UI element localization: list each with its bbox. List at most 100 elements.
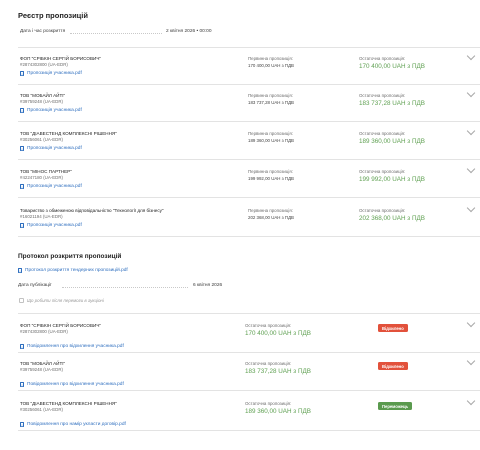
divider xyxy=(18,430,480,431)
participant-code: #30256061 (UA-EDR) xyxy=(20,137,63,142)
after-win-text: Що робити після перемоги в аукціоні xyxy=(27,298,104,303)
divider xyxy=(18,236,480,237)
participant-name: ФОП "СРІБКІН СЕРГІЙ БОРИСОВИЧ" xyxy=(20,323,102,328)
initial-offer-label: Первинна пропозиція: xyxy=(248,56,293,61)
protocol-pdf-link-text: Протокол розкриття тендерних пропозицій.… xyxy=(25,268,128,273)
participant-code: #2874302800 (UA-EDR) xyxy=(20,329,68,334)
status-badge: Відхилено xyxy=(378,324,408,332)
chevron-down-icon[interactable] xyxy=(466,356,476,366)
final-offer-label: Остаточна пропозиція: xyxy=(245,401,292,406)
offer-pdf-link-text: Пропозиція учасника.pdf xyxy=(27,146,82,151)
final-offer-label: Остаточна пропозиція: xyxy=(359,131,406,136)
checkbox[interactable] xyxy=(19,298,24,303)
status-badge: Відхилено xyxy=(378,362,408,370)
initial-offer-value: 199 992,00 UAH з ПДВ xyxy=(248,176,294,181)
final-offer-label: Остаточна пропозиція: xyxy=(245,323,292,328)
opening-date-label: Дата і час розкриття xyxy=(20,29,66,34)
final-offer-label: Остаточна пропозиція: xyxy=(245,361,292,366)
final-offer-label: Остаточна пропозиція: xyxy=(359,169,406,174)
divider xyxy=(18,352,480,353)
final-offer-value: 202 368,00 UAH з ПДВ xyxy=(359,215,425,222)
chevron-down-icon[interactable] xyxy=(466,51,476,61)
divider xyxy=(18,121,480,122)
notice-pdf-link-text: Повідомлення про намір укласти договір.p… xyxy=(27,422,126,427)
initial-offer-label: Первинна пропозиція: xyxy=(248,169,293,174)
chevron-down-icon[interactable] xyxy=(466,164,476,174)
offer-pdf-link-text: Пропозиція учасника.pdf xyxy=(27,108,82,113)
offer-pdf-link[interactable]: Пропозиція учасника.pdf xyxy=(20,108,82,113)
document-icon xyxy=(20,71,24,76)
chevron-down-icon[interactable] xyxy=(466,396,476,406)
participant-code: #42247180 (UA-EDR) xyxy=(20,175,63,180)
initial-offer-value: 183 737,28 UAH з ПДВ xyxy=(248,100,294,105)
document-icon xyxy=(20,184,24,189)
initial-offer-label: Первинна пропозиція: xyxy=(248,208,293,213)
final-offer-value: 199 992,00 UAH з ПДВ xyxy=(359,176,425,183)
notice-pdf-link[interactable]: Повідомлення про відхилення учасника.pdf xyxy=(20,382,124,387)
protocol-title: Протокол розкриття пропозицій xyxy=(18,253,122,260)
initial-offer-label: Первинна пропозиція: xyxy=(248,131,293,136)
final-offer-value: 170 400,00 UAH з ПДВ xyxy=(359,63,425,70)
participant-name: ТОВ "ДІАВЕСТЕНД КОМПЛЕКСНІ РІШЕННЯ" xyxy=(20,401,117,406)
final-offer-label: Остаточна пропозиція: xyxy=(359,208,406,213)
divider xyxy=(18,390,480,391)
participant-code: #2874302800 (UA-EDR) xyxy=(20,62,68,67)
publication-date-label: Дата публікації xyxy=(18,283,52,288)
publication-date-value: 6 квітня 2026 xyxy=(193,283,223,288)
offer-pdf-link[interactable]: Пропозиція учасника.pdf xyxy=(20,146,82,151)
final-offer-label: Остаточна пропозиція: xyxy=(359,56,406,61)
initial-offer-value: 170 400,00 UAH з ПДВ xyxy=(248,63,294,68)
divider xyxy=(18,159,480,160)
participant-name: ТОВ "МОБАЙЛ АЙТІ" xyxy=(20,93,66,98)
participant-name: ТОВ "МОБАЙЛ АЙТІ" xyxy=(20,361,66,366)
divider xyxy=(18,47,480,48)
final-offer-value: 189 360,00 UAH з ПДВ xyxy=(245,408,311,415)
document-icon xyxy=(20,344,24,349)
participant-code: #39759248 (UA-EDR) xyxy=(20,367,63,372)
offer-pdf-link[interactable]: Пропозиція учасника.pdf xyxy=(20,71,82,76)
document-icon xyxy=(18,268,22,273)
offer-pdf-link[interactable]: Пропозиція учасника.pdf xyxy=(20,184,82,189)
final-offer-value: 183 737,28 UAH з ПДВ xyxy=(359,100,425,107)
document-icon xyxy=(20,108,24,113)
dotted-leader xyxy=(62,287,188,288)
divider xyxy=(18,197,480,198)
participant-code: #30256061 (UA-EDR) xyxy=(20,407,63,412)
divider xyxy=(18,313,480,314)
protocol-pdf-link[interactable]: Протокол розкриття тендерних пропозицій.… xyxy=(18,268,128,273)
document-icon xyxy=(20,422,24,427)
document-icon xyxy=(20,223,24,228)
notice-pdf-link-text: Повідомлення про відхилення учасника.pdf xyxy=(27,382,124,387)
document-icon xyxy=(20,382,24,387)
dotted-leader xyxy=(70,33,162,34)
participant-name: ТОВ "ДІАВЕСТЕНД КОМПЛЕКСНІ РІШЕННЯ" xyxy=(20,131,117,136)
status-badge: Переможець xyxy=(378,402,413,410)
final-offer-value: 170 400,00 UAH з ПДВ xyxy=(245,330,311,337)
document-icon xyxy=(20,146,24,151)
offer-pdf-link-text: Пропозиція учасника.pdf xyxy=(27,223,82,228)
chevron-down-icon[interactable] xyxy=(466,88,476,98)
initial-offer-value: 202 368,00 UAH з ПДВ xyxy=(248,215,294,220)
notice-pdf-link[interactable]: Повідомлення про відхилення учасника.pdf xyxy=(20,344,124,349)
chevron-down-icon[interactable] xyxy=(466,318,476,328)
notice-pdf-link[interactable]: Повідомлення про намір укласти договір.p… xyxy=(20,422,126,427)
participant-code: #39759248 (UA-EDR) xyxy=(20,99,63,104)
participant-code: #16021194 (UA-EDR) xyxy=(20,214,63,219)
offer-pdf-link[interactable]: Пропозиція учасника.pdf xyxy=(20,223,82,228)
notice-pdf-link-text: Повідомлення про відхилення учасника.pdf xyxy=(27,344,124,349)
offer-pdf-link-text: Пропозиція учасника.pdf xyxy=(27,71,82,76)
chevron-down-icon[interactable] xyxy=(466,203,476,213)
participant-name: Товариство з обмеженою відповідальністю … xyxy=(20,208,164,213)
registry-title: Реєстр пропозицій xyxy=(18,11,88,20)
divider xyxy=(18,84,480,85)
participant-name: ФОП "СРІБКІН СЕРГІЙ БОРИСОВИЧ" xyxy=(20,56,102,61)
chevron-down-icon[interactable] xyxy=(466,126,476,136)
participant-name: ТОВ "МІНОС ПАРТНЕР" xyxy=(20,169,72,174)
final-offer-label: Остаточна пропозиція: xyxy=(359,93,406,98)
initial-offer-label: Первинна пропозиція: xyxy=(248,93,293,98)
initial-offer-value: 189 360,00 UAH з ПДВ xyxy=(248,138,294,143)
final-offer-value: 183 737,28 UAH з ПДВ xyxy=(245,368,311,375)
offer-pdf-link-text: Пропозиція учасника.pdf xyxy=(27,184,82,189)
final-offer-value: 189 360,00 UAH з ПДВ xyxy=(359,138,425,145)
after-win-checkbox-row[interactable]: Що робити після перемоги в аукціоні xyxy=(19,298,104,303)
